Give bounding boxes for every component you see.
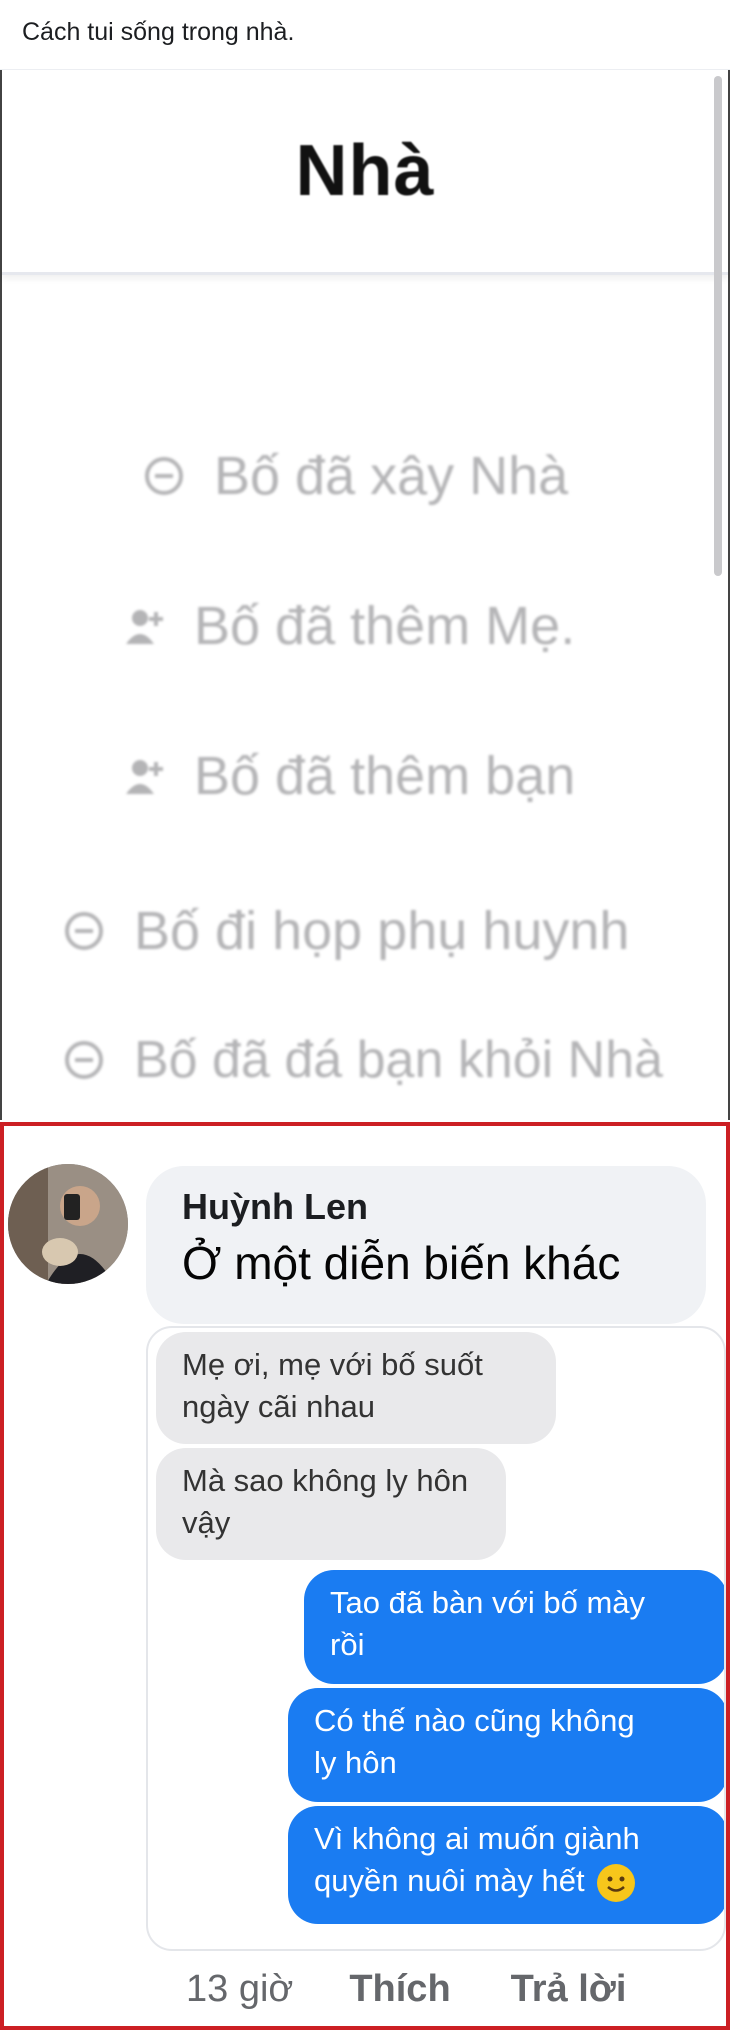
comment-text: Ở một diễn biến khác	[182, 1237, 621, 1289]
sent-message: Vì không ai muốn giành quyền nuôi mày hế…	[288, 1806, 724, 1924]
message-line: quyền nuôi mày hết	[314, 1863, 585, 1898]
message-line: Mà sao không ly hôn	[182, 1463, 469, 1498]
activity-text: Bố đi họp phụ huynh	[134, 901, 630, 961]
reply-button[interactable]: Trả lời	[511, 1968, 627, 2011]
message-line: Tao đã bàn với bố mày	[330, 1585, 646, 1620]
scrollbar[interactable]	[714, 76, 722, 576]
message-line: ly hôn	[314, 1745, 397, 1780]
activity-text: Bố đã đá bạn khỏi Nhà	[134, 1031, 664, 1089]
screenshot-title: Nhà	[295, 131, 435, 211]
like-button[interactable]: Thích	[349, 1968, 450, 2011]
received-message: Mẹ ơi, mẹ với bố suốt ngày cãi nhau	[156, 1332, 556, 1444]
minus-circle-icon	[65, 1041, 103, 1079]
comment-actions: 13 giờ Thích Trả lời	[186, 1968, 686, 2011]
message-line: Mẹ ơi, mẹ với bố suốt	[182, 1347, 483, 1382]
minus-circle-icon	[65, 912, 103, 950]
comment-bubble: Huỳnh Len Ở một diễn biến khác	[146, 1166, 706, 1324]
activity-text: Bố đã thêm Mẹ.	[194, 596, 576, 656]
activity-item: Bố đã xây Nhà	[140, 445, 568, 507]
smiley-emoji-icon	[597, 1863, 636, 1902]
screenshot-header: Nhà	[2, 70, 728, 275]
message-line: Vì không ai muốn giành	[314, 1821, 640, 1856]
message-line: Có thế nào cũng không	[314, 1703, 635, 1738]
avatar-photo	[8, 1164, 128, 1284]
embedded-screenshot: Nhà Bố đã xây Nhà Bố đã thêm Mẹ. Bố đã t…	[0, 70, 730, 1120]
activity-item: Bố đi họp phụ huynh	[60, 900, 629, 962]
sent-message: Có thế nào cũng không ly hôn	[288, 1688, 724, 1802]
activity-item: Bố đã thêm bạn	[120, 745, 575, 807]
message-line: rồi	[330, 1627, 365, 1662]
message-line: ngày cãi nhau	[182, 1389, 376, 1424]
comment-image-attachment[interactable]: Mẹ ơi, mẹ với bố suốt ngày cãi nhau Mà s…	[146, 1326, 726, 1951]
sent-message: Tao đã bàn với bố mày rồi	[304, 1570, 724, 1684]
activity-item: Bố đã đá bạn khỏi Nhà	[60, 1030, 663, 1090]
highlighted-comment: Huỳnh Len Ở một diễn biến khác Mẹ ơi, mẹ…	[0, 1122, 730, 2030]
add-person-icon	[126, 610, 163, 644]
message-line: vậy	[182, 1505, 231, 1540]
activity-text: Bố đã xây Nhà	[214, 446, 569, 506]
activity-item: Bố đã thêm Mẹ.	[120, 595, 575, 657]
received-message: Mà sao không ly hôn vậy	[156, 1448, 506, 1560]
post-caption: Cách tui sống trong nhà.	[0, 0, 730, 70]
comment-author[interactable]: Huỳnh Len	[182, 1186, 670, 1228]
minus-circle-icon	[145, 457, 183, 495]
add-person-icon	[126, 760, 163, 794]
activity-text: Bố đã thêm bạn	[194, 746, 576, 806]
comment-time[interactable]: 13 giờ	[186, 1968, 293, 2011]
avatar[interactable]	[8, 1164, 128, 1284]
